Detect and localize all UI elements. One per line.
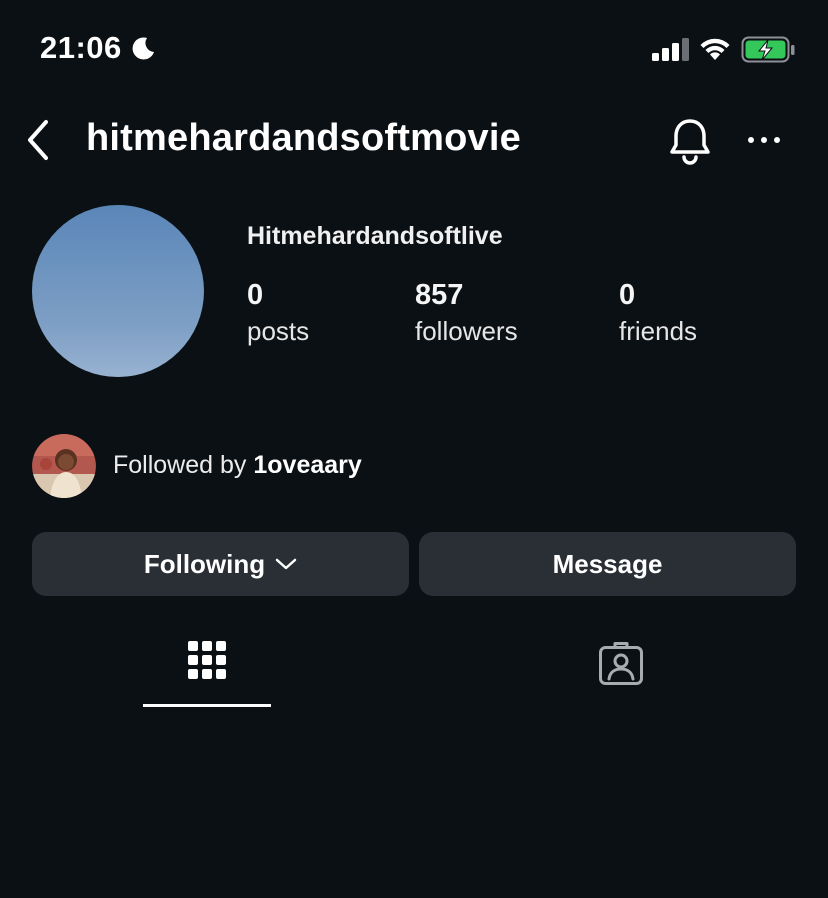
time-text: 21:06 [40, 30, 122, 65]
battery-charging-icon [741, 36, 795, 63]
tab-posts-grid[interactable] [143, 628, 271, 708]
active-tab-indicator [143, 704, 271, 707]
profile-avatar[interactable] [32, 205, 204, 377]
followed-by-text[interactable]: Followed by 1oveaary [113, 451, 362, 480]
stat-followers[interactable]: 857 followers [415, 278, 518, 348]
followed-by-username[interactable]: 1oveaary [253, 451, 361, 479]
stat-friends[interactable]: 0 friends [619, 278, 697, 348]
stat-friends-label: friends [619, 316, 698, 346]
back-icon[interactable] [22, 118, 56, 162]
follower-avatar[interactable] [32, 434, 96, 498]
moon-icon [132, 37, 154, 60]
wifi-icon [700, 38, 730, 60]
message-label: Message [552, 548, 663, 579]
followed-by-prefix: Followed by [113, 451, 247, 479]
stat-friends-value: 0 [619, 279, 636, 311]
more-icon[interactable] [746, 126, 782, 154]
message-button[interactable]: Message [419, 532, 796, 596]
stat-posts[interactable]: 0 posts [247, 278, 309, 348]
tab-tagged[interactable] [556, 628, 684, 708]
chevron-down-icon [275, 558, 297, 570]
bell-icon[interactable] [666, 116, 714, 166]
tagged-icon [599, 642, 643, 685]
display-name: Hitmehardandsoftlive [247, 222, 503, 250]
grid-icon [188, 641, 226, 679]
following-button[interactable]: Following [32, 532, 409, 596]
profile-username: hitmehardandsoftmovie [86, 117, 521, 159]
stat-followers-value: 857 [415, 279, 464, 311]
stat-followers-label: followers [415, 316, 518, 346]
signal-icon [652, 38, 689, 61]
status-time: 21:06 [40, 30, 156, 66]
profile-screen: 21:06 hitmehardandsoftmovie Hitmehardand… [0, 0, 828, 898]
stat-posts-label: posts [247, 316, 310, 346]
stat-posts-value: 0 [247, 279, 264, 311]
following-label: Following [143, 548, 266, 579]
